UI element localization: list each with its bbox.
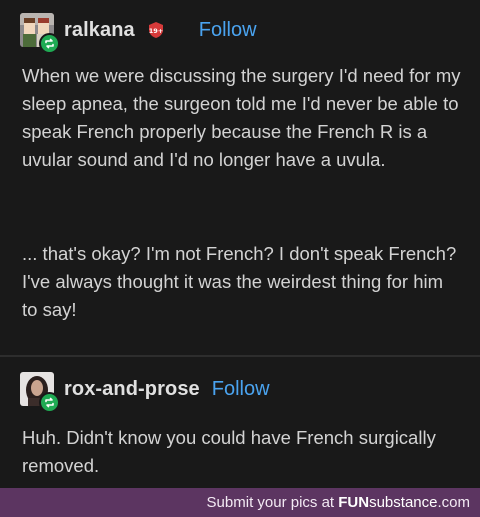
watermark-text[interactable]: Submit your pics at FUNsubstance.com — [207, 494, 470, 511]
post-card: ralkana 19+ Follow When we were discussi… — [0, 0, 480, 488]
svg-text:19+: 19+ — [149, 27, 164, 35]
avatar-rox-and-prose[interactable] — [20, 372, 60, 413]
nsfw-badge-icon: 19+ — [147, 21, 165, 39]
post1-paragraph-2: ... that's okay? I'm not French? I don't… — [22, 243, 457, 320]
post-header-ralkana: ralkana 19+ Follow — [20, 12, 257, 54]
post2-paragraph-1: Huh. Didn't know you could have French s… — [22, 427, 436, 476]
username-ralkana[interactable]: ralkana — [64, 19, 135, 42]
follow-button-rox-and-prose[interactable]: Follow — [212, 378, 270, 401]
post1-paragraph-1: When we were discussing the surgery I'd … — [22, 65, 461, 170]
reblog-icon — [39, 392, 60, 413]
post-header-rox-and-prose: rox-and-prose Follow — [20, 371, 270, 413]
watermark-footer-bar: Submit your pics at FUNsubstance.com — [0, 488, 480, 517]
username-rox-and-prose[interactable]: rox-and-prose — [64, 378, 200, 401]
reblog-icon — [39, 33, 60, 54]
reblog-divider — [0, 355, 480, 357]
avatar-ralkana[interactable] — [20, 13, 60, 54]
follow-button-ralkana[interactable]: Follow — [199, 19, 257, 42]
